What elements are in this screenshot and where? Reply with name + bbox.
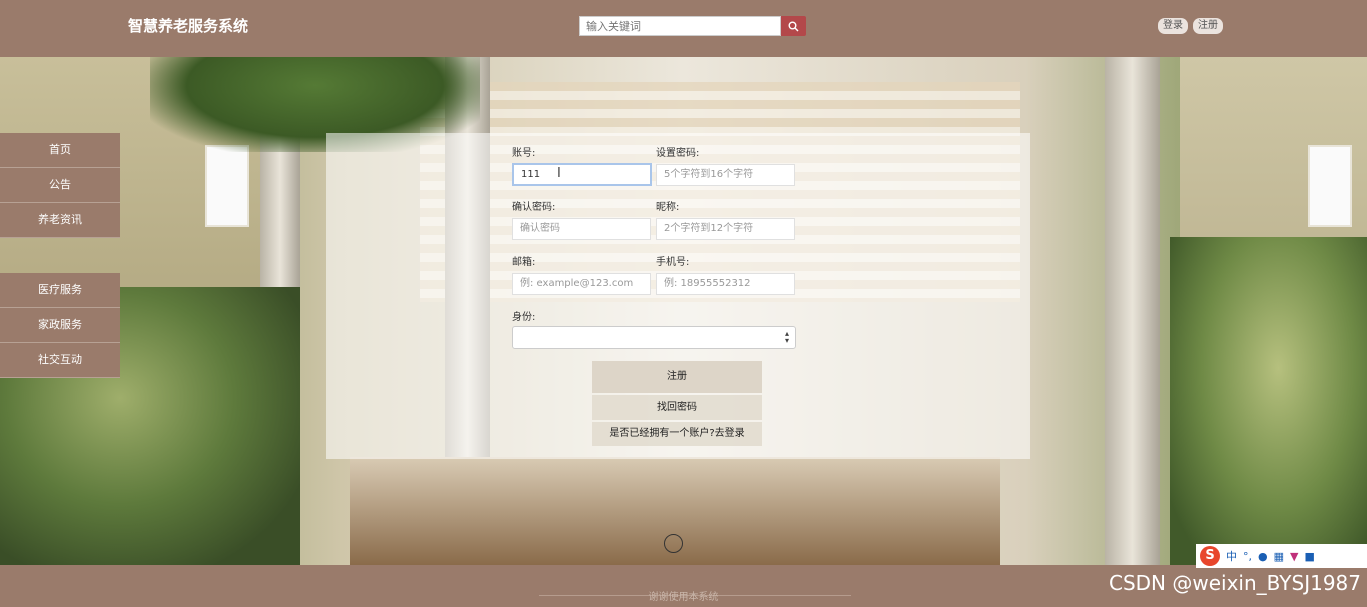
nickname-field[interactable]: 2个字符到12个字符 bbox=[656, 218, 795, 240]
register-panel: 账号: 111 设置密码: 5个字符到16个字符 确认密码: 确认密码 昵称: … bbox=[326, 133, 1030, 459]
site-title: 智慧养老服务系统 bbox=[128, 17, 249, 35]
sogou-logo-icon: S bbox=[1200, 546, 1220, 566]
role-label: 身份: bbox=[512, 312, 536, 323]
background-pillar bbox=[1105, 57, 1160, 565]
punctuation-icon: °, bbox=[1243, 549, 1252, 563]
search-icon bbox=[788, 21, 799, 31]
phone-label: 手机号: bbox=[656, 257, 690, 268]
login-button[interactable]: 登录 bbox=[1158, 18, 1188, 34]
role-select[interactable]: ▴ ▾ bbox=[512, 326, 796, 349]
background-tree bbox=[1170, 237, 1367, 565]
sidebar-item-housekeeping[interactable]: 家政服务 bbox=[0, 308, 120, 343]
confirm-password-field[interactable]: 确认密码 bbox=[512, 218, 651, 240]
search-button[interactable] bbox=[781, 16, 806, 36]
keyboard-icon: ▦ bbox=[1273, 549, 1285, 563]
register-top-button[interactable]: 注册 bbox=[1193, 18, 1223, 34]
csdn-watermark: CSDN @weixin_BYSJ1987 bbox=[1108, 571, 1361, 595]
header-bar: 智慧养老服务系统 登录 注册 bbox=[0, 0, 1367, 58]
search-input[interactable] bbox=[579, 16, 781, 36]
text-cursor-icon: Ι bbox=[557, 166, 561, 181]
nickname-label: 昵称: bbox=[656, 202, 680, 213]
sidebar-item-elderly-news[interactable]: 养老资讯 bbox=[0, 203, 120, 238]
sidebar-item-medical[interactable]: 医疗服务 bbox=[0, 273, 120, 308]
background-window bbox=[205, 145, 249, 227]
go-login-link[interactable]: 是否已经拥有一个账户?去登录 bbox=[592, 422, 762, 446]
email-field[interactable]: 例: example@123.com bbox=[512, 273, 651, 295]
sidebar-item-notice[interactable]: 公告 bbox=[0, 168, 120, 203]
sidebar-item-home[interactable]: 首页 bbox=[0, 133, 120, 168]
ime-toolbar[interactable]: S 中 °, ● ▦ ▼ ■ bbox=[1196, 544, 1367, 568]
select-arrows-icon: ▴ ▾ bbox=[784, 329, 789, 345]
confirm-password-label: 确认密码: bbox=[512, 202, 556, 213]
skin-icon: ▼ bbox=[1290, 549, 1299, 563]
account-field[interactable]: 111 bbox=[512, 163, 652, 186]
microphone-icon: ● bbox=[1258, 549, 1268, 563]
sidebar-item-social[interactable]: 社交互动 bbox=[0, 343, 120, 378]
phone-field[interactable]: 例: 18955552312 bbox=[656, 273, 795, 295]
recover-password-button[interactable]: 找回密码 bbox=[592, 395, 762, 420]
password-field[interactable]: 5个字符到16个字符 bbox=[656, 164, 795, 186]
ime-mode-label: 中 bbox=[1226, 550, 1237, 563]
email-label: 邮箱: bbox=[512, 257, 536, 268]
background-window bbox=[1308, 145, 1352, 227]
password-label: 设置密码: bbox=[656, 148, 700, 159]
register-submit-button[interactable]: 注册 bbox=[592, 361, 762, 393]
sidebar-nav: 首页 公告 养老资讯 医疗服务 家政服务 社交互动 bbox=[0, 133, 120, 378]
account-label: 账号: bbox=[512, 148, 536, 159]
toolbox-icon: ■ bbox=[1304, 549, 1315, 563]
mouse-cursor-icon bbox=[664, 534, 683, 553]
